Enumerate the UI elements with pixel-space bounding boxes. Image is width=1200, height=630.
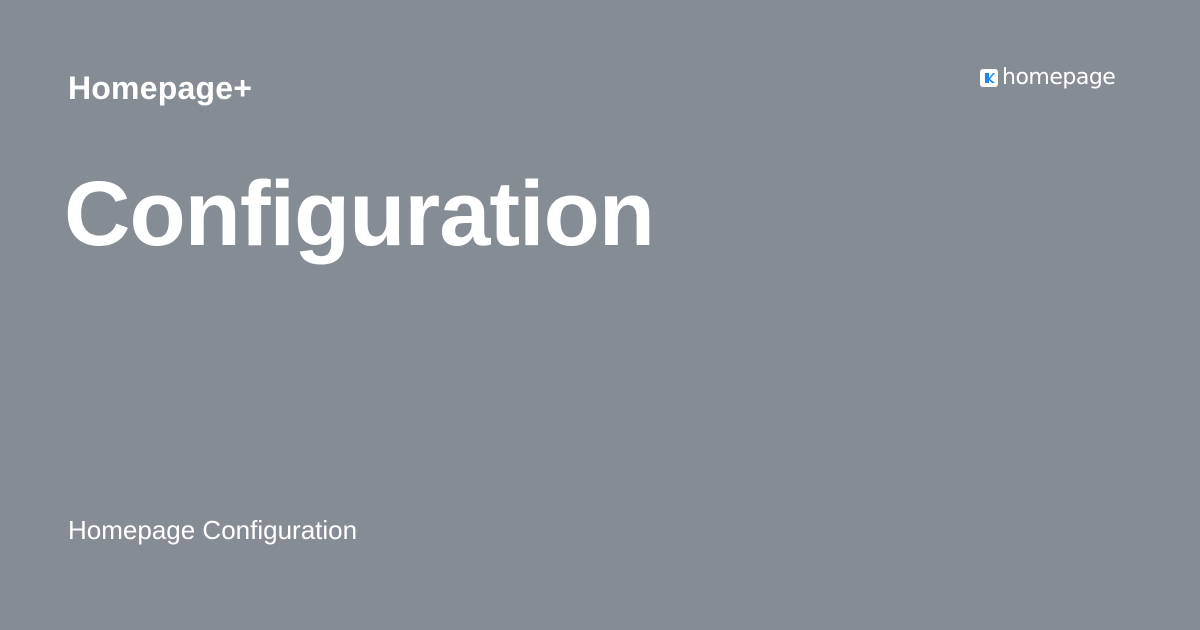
page-title: Configuration [64, 163, 655, 265]
homepage-logo-icon [980, 69, 998, 87]
homepage-logo: homepage [980, 64, 1116, 92]
site-name: Homepage+ [68, 70, 253, 106]
footer-caption: Homepage Configuration [68, 515, 358, 545]
logo-text: homepage [1002, 65, 1116, 90]
